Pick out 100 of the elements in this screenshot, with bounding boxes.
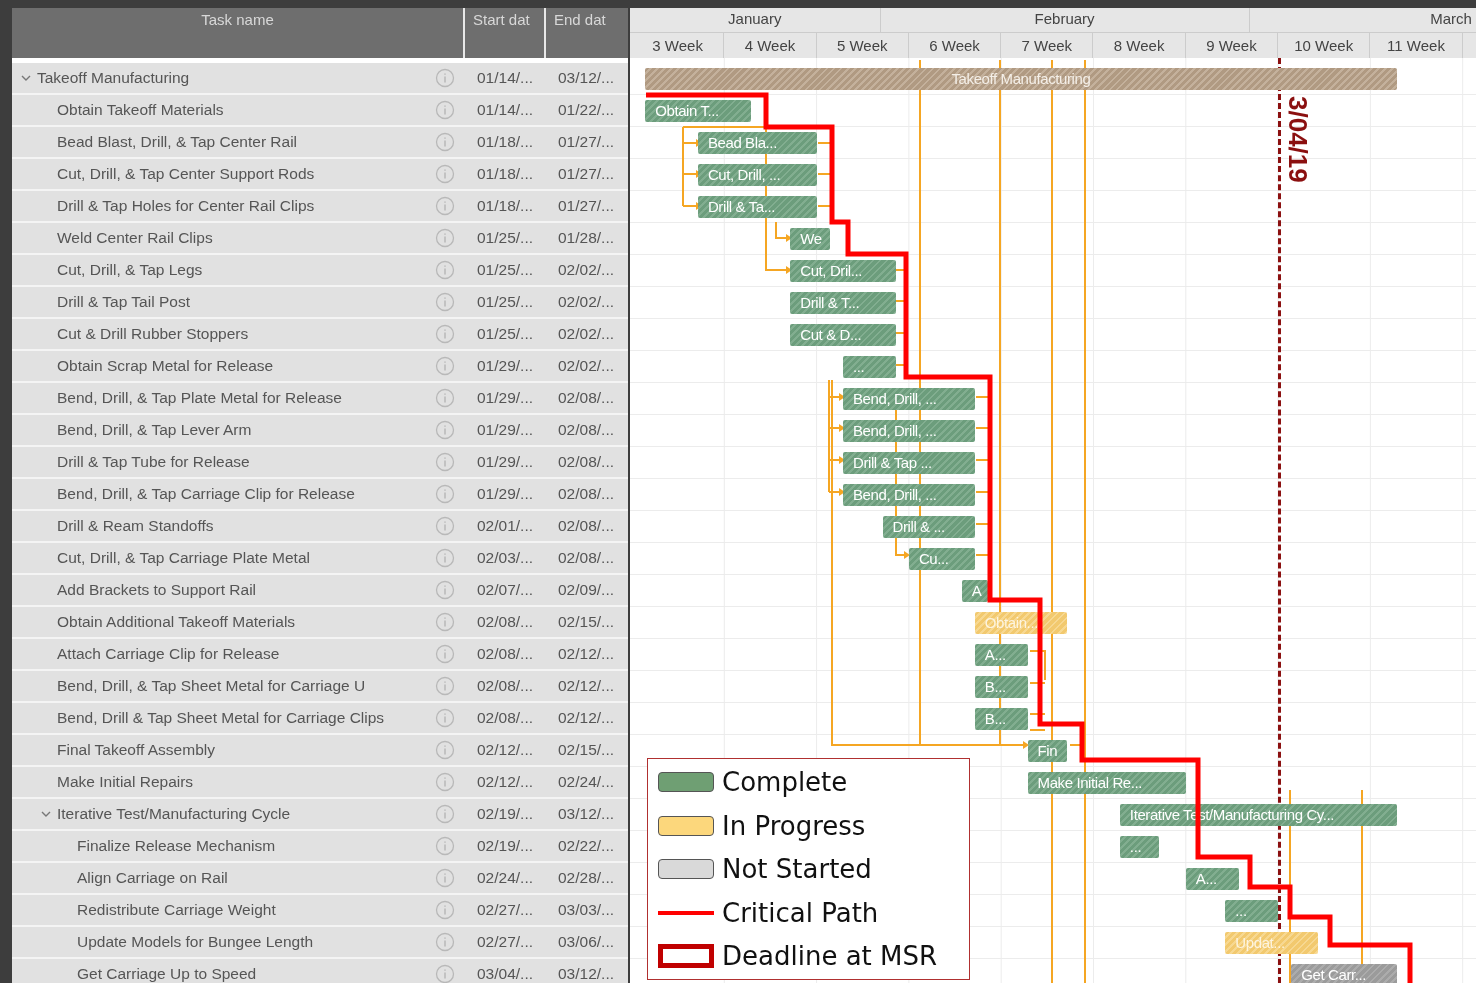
week-header: 7 Week xyxy=(1001,33,1094,58)
info-icon[interactable] xyxy=(435,132,455,152)
info-icon[interactable] xyxy=(435,260,455,280)
task-bar[interactable]: Cut & D... xyxy=(790,324,896,346)
info-icon[interactable] xyxy=(435,548,455,568)
column-header[interactable]: End dat xyxy=(546,8,626,58)
task-bar[interactable]: Cut, Drill, ... xyxy=(697,164,817,186)
task-name: Drill & Tap Holes for Center Rail Clips xyxy=(57,197,316,215)
task-name: Drill & Tap Tube for Release xyxy=(57,453,251,471)
task-name: Cut, Drill, & Tap Carriage Plate Metal xyxy=(57,549,311,567)
task-name: Bend, Drill, & Tap Sheet Metal for Carriage U xyxy=(57,677,367,695)
month-header: January xyxy=(630,8,881,32)
task-name: Bend, Drill, & Tap Carriage Clip for Release xyxy=(57,485,356,503)
week-header: 11 Week xyxy=(1370,33,1463,58)
end-date: 02/08/... xyxy=(558,453,614,471)
task-bar[interactable]: Takeoff Manufacturing xyxy=(645,68,1397,90)
info-icon[interactable] xyxy=(435,228,455,248)
task-bar[interactable]: Bend, Drill, ... xyxy=(842,388,975,410)
legend-label: In Progress xyxy=(722,810,866,841)
task-bar[interactable]: Bend, Drill, ... xyxy=(842,484,975,506)
task-bar[interactable]: ... xyxy=(1225,900,1279,922)
task-name: Align Carriage on Rail xyxy=(77,869,229,887)
end-date: 02/08/... xyxy=(558,389,614,407)
start-date: 02/03/... xyxy=(477,549,533,567)
info-icon[interactable] xyxy=(435,68,455,88)
start-date: 02/07/... xyxy=(477,581,533,599)
task-name: Iterative Test/Manufacturing Cycle xyxy=(57,805,292,823)
end-date: 01/27/... xyxy=(558,133,614,151)
start-date: 01/29/... xyxy=(477,357,533,375)
task-name: Get Carriage Up to Speed xyxy=(77,965,258,983)
task-bar[interactable]: A xyxy=(961,580,988,602)
task-name: Cut, Drill, & Tap Center Support Rods xyxy=(57,165,316,183)
info-icon[interactable] xyxy=(435,612,455,632)
column-header[interactable]: Task name xyxy=(12,8,465,58)
info-icon[interactable] xyxy=(435,452,455,472)
start-date: 01/25/... xyxy=(477,293,533,311)
info-icon[interactable] xyxy=(435,804,455,824)
info-icon[interactable] xyxy=(435,164,455,184)
start-date: 02/12/... xyxy=(477,741,533,759)
task-bar[interactable]: B... xyxy=(974,676,1028,698)
week-header: 5 Week xyxy=(816,33,909,58)
info-icon[interactable] xyxy=(435,740,455,760)
legend-label: Not Started xyxy=(722,854,872,884)
week-header: 10 Week xyxy=(1278,33,1371,58)
info-icon[interactable] xyxy=(435,868,455,888)
info-icon[interactable] xyxy=(435,100,455,120)
task-bar[interactable]: Drill & T... xyxy=(790,292,896,314)
end-date: 02/02/... xyxy=(558,293,614,311)
task-name: Obtain Takeoff Materials xyxy=(57,101,225,119)
info-icon[interactable] xyxy=(435,772,455,792)
info-icon[interactable] xyxy=(435,388,455,408)
info-icon[interactable] xyxy=(435,676,455,696)
task-bar[interactable]: Bend, Drill, ... xyxy=(842,420,975,442)
task-name: Redistribute Carriage Weight xyxy=(77,901,277,919)
info-icon[interactable] xyxy=(435,196,455,216)
start-date: 02/08/... xyxy=(477,645,533,663)
info-icon[interactable] xyxy=(435,516,455,536)
end-date: 02/15/... xyxy=(558,613,614,631)
info-icon[interactable] xyxy=(435,932,455,952)
start-date: 01/25/... xyxy=(477,261,533,279)
task-bar[interactable]: Drill & Ta... xyxy=(697,196,817,218)
start-date: 01/25/... xyxy=(477,229,533,247)
end-date: 03/12/... xyxy=(558,805,614,823)
task-bar[interactable]: B... xyxy=(974,708,1028,730)
task-bar[interactable]: ... xyxy=(1119,836,1160,858)
legend-label: Critical Path xyxy=(722,897,879,928)
task-bar[interactable]: Cu... xyxy=(908,548,975,570)
info-icon[interactable] xyxy=(435,900,455,920)
task-bar[interactable]: Cut, Dril... xyxy=(790,260,896,282)
column-header[interactable]: Start dat xyxy=(465,8,546,58)
task-bar[interactable]: Get Carr... xyxy=(1291,964,1397,983)
info-icon[interactable] xyxy=(435,324,455,344)
task-bar[interactable]: Fin xyxy=(1027,740,1068,762)
task-bar[interactable]: We xyxy=(790,228,830,250)
task-bar[interactable]: Make Initial Re... xyxy=(1027,772,1186,794)
info-icon[interactable] xyxy=(435,484,455,504)
task-bar[interactable]: A... xyxy=(974,644,1028,666)
info-icon[interactable] xyxy=(435,580,455,600)
task-bar[interactable]: Drill & Tap ... xyxy=(842,452,975,474)
info-icon[interactable] xyxy=(435,356,455,376)
task-bar[interactable]: Bead Bla... xyxy=(697,132,817,154)
info-icon[interactable] xyxy=(435,644,455,664)
end-date: 01/27/... xyxy=(558,197,614,215)
info-icon[interactable] xyxy=(435,836,455,856)
info-icon[interactable] xyxy=(435,420,455,440)
end-date: 02/02/... xyxy=(558,325,614,343)
task-bar[interactable]: A... xyxy=(1185,868,1239,890)
task-bar[interactable]: Drill & ... xyxy=(882,516,975,538)
task-name: Obtain Additional Takeoff Materials xyxy=(57,613,297,631)
end-date: 01/22/... xyxy=(558,101,614,119)
task-bar[interactable]: Obtain T... xyxy=(645,100,751,122)
task-name: Cut, Drill, & Tap Legs xyxy=(57,261,204,279)
end-date: 02/08/... xyxy=(558,549,614,567)
month-header: March xyxy=(1429,9,1473,29)
end-date: 02/22/... xyxy=(558,837,614,855)
info-icon[interactable] xyxy=(435,292,455,312)
info-icon[interactable] xyxy=(435,964,455,983)
task-bar[interactable]: ... xyxy=(842,356,896,378)
info-icon[interactable] xyxy=(435,708,455,728)
end-date: 01/28/... xyxy=(558,229,614,247)
